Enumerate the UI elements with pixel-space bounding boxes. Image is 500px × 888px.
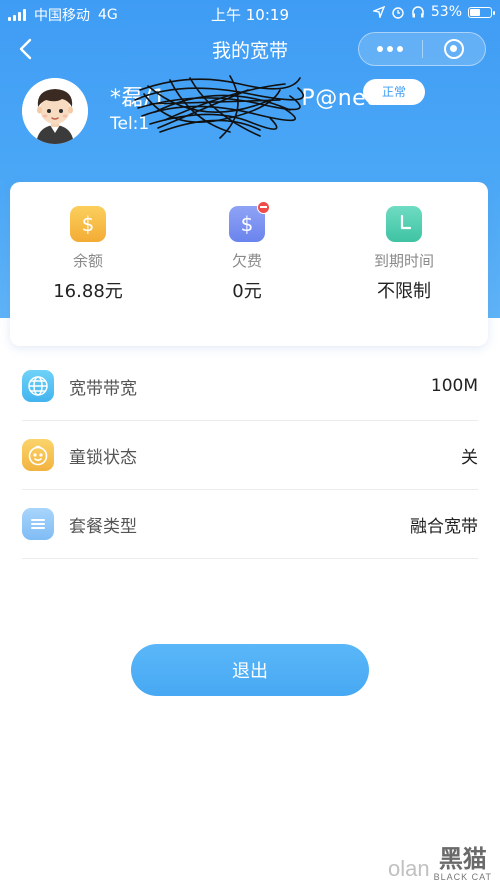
clock-icon [386, 206, 422, 242]
list-item-label: 童锁状态 [69, 447, 137, 468]
account-summary-card: $ 余额 16.88元 $ 欠费 0元 到期时间 不限制 [10, 182, 488, 346]
list-item-label: 宽带带宽 [69, 378, 137, 399]
detail-list: 宽带带宽 100M 童锁状态 关 套餐类型 融合宽带 [22, 352, 478, 559]
yuan-icon: $ [70, 206, 106, 242]
list-item-value: 融合宽带 [410, 516, 478, 537]
alarm-icon [392, 7, 404, 19]
child-face-icon [22, 439, 54, 471]
list-item-label: 套餐类型 [69, 516, 137, 537]
watermark-brand-sub: BLACK CAT [433, 872, 492, 882]
location-icon [372, 6, 385, 18]
watermark: olan 黑猫 BLACK CAT [388, 836, 492, 882]
boy-avatar-icon [22, 78, 88, 144]
target-close-icon[interactable] [423, 39, 486, 59]
mini-program-capsule [358, 32, 486, 66]
avatar [22, 78, 88, 144]
stat-label: 到期时间 [373, 252, 434, 270]
list-item-plan-type[interactable]: 套餐类型 融合宽带 [22, 490, 478, 559]
debt-icon: $ [229, 201, 270, 242]
status-bar: 中国移动 4G 上午 10:19 53% [0, 0, 500, 26]
redaction-scribble [134, 75, 304, 139]
watermark-logo: 黑猫 BLACK CAT [434, 846, 492, 882]
list-item-value: 关 [461, 447, 478, 468]
stat-debt[interactable]: $ 欠费 0元 [167, 201, 327, 303]
globe-icon [22, 370, 54, 402]
battery-percent: 53% [430, 4, 462, 20]
list-item-bandwidth[interactable]: 宽带带宽 100M [22, 352, 478, 421]
watermark-url: olan [388, 856, 430, 881]
watermark-brand: 黑猫 [438, 845, 487, 873]
stat-expiry[interactable]: 到期时间 不限制 [324, 206, 484, 303]
more-dots-icon[interactable] [359, 46, 422, 52]
list-icon [22, 508, 54, 540]
status-right: 53% [372, 4, 495, 20]
logout-button[interactable]: 退出 [131, 644, 369, 696]
battery-icon [468, 6, 495, 18]
stat-balance[interactable]: $ 余额 16.88元 [8, 206, 168, 303]
navigation-bar: 我的宽带 [0, 26, 500, 72]
stat-label: 欠费 [231, 252, 262, 270]
headphones-icon [412, 6, 424, 18]
stat-value: 0元 [232, 281, 262, 302]
status-badge: 正常 [363, 79, 425, 105]
stat-value: 16.88元 [53, 281, 123, 302]
stat-value: 不限制 [377, 281, 431, 302]
list-item-value: 100M [430, 376, 478, 396]
debt-badge-dot [257, 201, 270, 214]
list-item-child-lock[interactable]: 童锁状态 关 [22, 421, 478, 490]
stat-label: 余额 [72, 252, 103, 270]
